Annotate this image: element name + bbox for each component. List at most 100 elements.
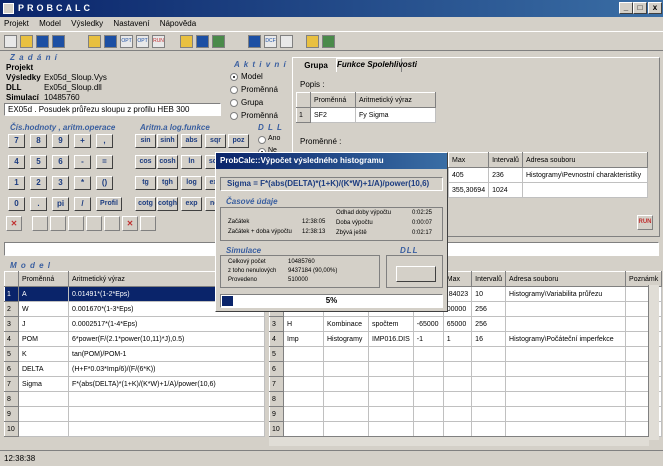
var-cell-max[interactable] — [442, 346, 473, 362]
num-key[interactable]: 3 — [52, 176, 69, 190]
top-cell-max[interactable]: 405 — [447, 167, 490, 183]
num-key[interactable]: 7 — [8, 134, 25, 148]
popis-cell-expr[interactable]: Fy Sigma — [355, 107, 436, 123]
var-cell-a[interactable]: spočtem — [368, 316, 414, 332]
model-table-row[interactable]: 9 — [4, 406, 265, 422]
model-cell-expr[interactable]: tan(POM)/POM-1 — [68, 346, 265, 362]
model-view-icon[interactable] — [212, 35, 225, 48]
var-cell-type[interactable] — [323, 391, 369, 407]
var-cell-int[interactable] — [471, 346, 507, 362]
aktivni-grupa-radio[interactable] — [230, 99, 238, 107]
num-key[interactable]: 2 — [30, 176, 47, 190]
num-key[interactable]: . — [30, 197, 47, 211]
model-table-row[interactable]: 10 — [4, 421, 265, 437]
model-table-row[interactable]: 6 DELTA (H+F*0.03*Imp/6)/(F/(6*K)) — [4, 361, 265, 377]
variable-table-row[interactable]: 5 — [269, 346, 663, 362]
edit-icon[interactable] — [280, 35, 293, 48]
variable-table-row[interactable]: 7 — [269, 376, 663, 392]
var-cell-name[interactable] — [283, 361, 324, 377]
minimize-button[interactable]: _ — [619, 2, 633, 14]
paste-icon[interactable] — [50, 216, 66, 231]
num-key[interactable]: + — [74, 134, 91, 148]
new-file-icon[interactable] — [4, 35, 17, 48]
tab-grupa[interactable]: Grupa — [296, 60, 336, 72]
function-key[interactable]: cos — [135, 155, 156, 169]
var-cell-name[interactable] — [283, 406, 324, 422]
function-key[interactable]: exp — [181, 197, 202, 211]
var-cell-name[interactable]: H — [283, 316, 324, 332]
model-cell-expr[interactable]: (H+F*0.03*Imp/6)/(F/(6*K)) — [68, 361, 265, 377]
top-cell-max[interactable]: 355,30694 — [447, 182, 490, 198]
model-cell-var[interactable] — [18, 391, 69, 407]
var-cell-a[interactable] — [368, 406, 414, 422]
var-cell-int[interactable]: 10 — [471, 286, 507, 302]
var-cell-min[interactable]: -65000 — [412, 316, 444, 332]
popis-cell-var[interactable]: SF2 — [310, 107, 356, 123]
var-cell-min[interactable] — [412, 346, 444, 362]
var-cell-int[interactable]: 256 — [471, 316, 507, 332]
var-cell-min[interactable] — [412, 421, 444, 437]
var-cell-min[interactable] — [412, 391, 444, 407]
function-key[interactable]: sin — [135, 134, 156, 148]
function-key[interactable]: abs — [181, 134, 202, 148]
tab-funkce-spolehlivosti[interactable]: Funkce Spolehlivosti — [336, 58, 417, 72]
rows-icon[interactable] — [68, 216, 84, 231]
close-button[interactable]: x — [648, 2, 662, 14]
var-cell-int[interactable]: 16 — [471, 331, 507, 347]
model-cell-var[interactable]: J — [18, 316, 69, 332]
var-cell-addr[interactable] — [505, 406, 627, 422]
delete-icon[interactable]: ✕ — [6, 216, 22, 231]
num-key[interactable]: / — [74, 197, 91, 211]
var-cell-int[interactable] — [471, 361, 507, 377]
function-key[interactable]: poz — [228, 134, 249, 148]
opt-button-2[interactable]: OPT — [136, 35, 149, 48]
model-cell-expr[interactable] — [68, 391, 265, 407]
dll-ano-radio[interactable] — [258, 136, 266, 144]
function-key[interactable]: tgh — [157, 176, 178, 190]
var-cell-addr[interactable] — [505, 391, 627, 407]
run-button[interactable]: RUN — [637, 215, 653, 230]
model-cell-expr[interactable]: 6*power(F/(2.1*power(10,11)*J),0.5) — [68, 331, 265, 347]
var-cell-addr[interactable] — [505, 346, 627, 362]
menu-model[interactable]: Model — [39, 19, 61, 28]
save-results-icon[interactable] — [104, 35, 117, 48]
function-key[interactable]: cotg — [135, 197, 156, 211]
var-cell-a[interactable]: IMP016.DIS — [368, 331, 414, 347]
model-table-row[interactable]: 3 J 0.0002517*(1-4*Eps) — [4, 316, 265, 332]
top-cell-int[interactable]: 1024 — [488, 182, 523, 198]
dcf-button[interactable]: DCF — [264, 35, 277, 48]
run-toolbar-button[interactable]: RUN — [152, 35, 165, 48]
variable-table-row[interactable]: 4 Imp Histogramy IMP016.DIS -1 1 16 Histogramy\… — [269, 331, 663, 347]
top-cell-int[interactable]: 236 — [488, 167, 523, 183]
grid-icon[interactable] — [248, 35, 261, 48]
var-cell-type[interactable] — [323, 346, 369, 362]
var-cell-max[interactable]: 1 — [442, 331, 473, 347]
var-cell-max[interactable] — [442, 391, 473, 407]
aktivni-promenna-radio[interactable] — [230, 86, 238, 94]
model-cell-expr[interactable] — [68, 406, 265, 422]
var-cell-addr[interactable]: Histogramy\Počáteční imperfekce — [505, 331, 627, 347]
function-key[interactable]: ln — [181, 155, 202, 169]
var-cell-a[interactable] — [368, 376, 414, 392]
var-cell-type[interactable] — [323, 361, 369, 377]
save-icon[interactable] — [36, 35, 49, 48]
num-key[interactable]: 0 — [8, 197, 25, 211]
model-cell-var[interactable]: A — [18, 286, 69, 302]
var-cell-min[interactable] — [412, 361, 444, 377]
maximize-button[interactable]: □ — [633, 2, 647, 14]
var-cell-int[interactable] — [471, 421, 507, 437]
help-icon[interactable] — [306, 35, 319, 48]
var-cell-int[interactable]: 256 — [471, 301, 507, 317]
open-results-icon[interactable] — [88, 35, 101, 48]
var-cell-min[interactable]: -1 — [412, 331, 444, 347]
num-key[interactable]: * — [74, 176, 91, 190]
aktivni-promenna2-radio[interactable] — [230, 112, 238, 120]
var-cell-min[interactable] — [412, 406, 444, 422]
var-cell-max[interactable] — [442, 361, 473, 377]
var-cell-name[interactable] — [283, 346, 324, 362]
num-key[interactable]: 9 — [52, 134, 69, 148]
var-cell-addr[interactable]: Histogramy\Variabilita průřezu — [505, 286, 627, 302]
model-table-row[interactable]: 7 Sigma F*(abs(DELTA)*(1+K)/(K*W)+1/A)/pow… — [4, 376, 265, 392]
open-folder-icon[interactable] — [20, 35, 33, 48]
variable-table-row[interactable]: 3 H Kombinace spočtem -65000 65000 256 — [269, 316, 663, 332]
